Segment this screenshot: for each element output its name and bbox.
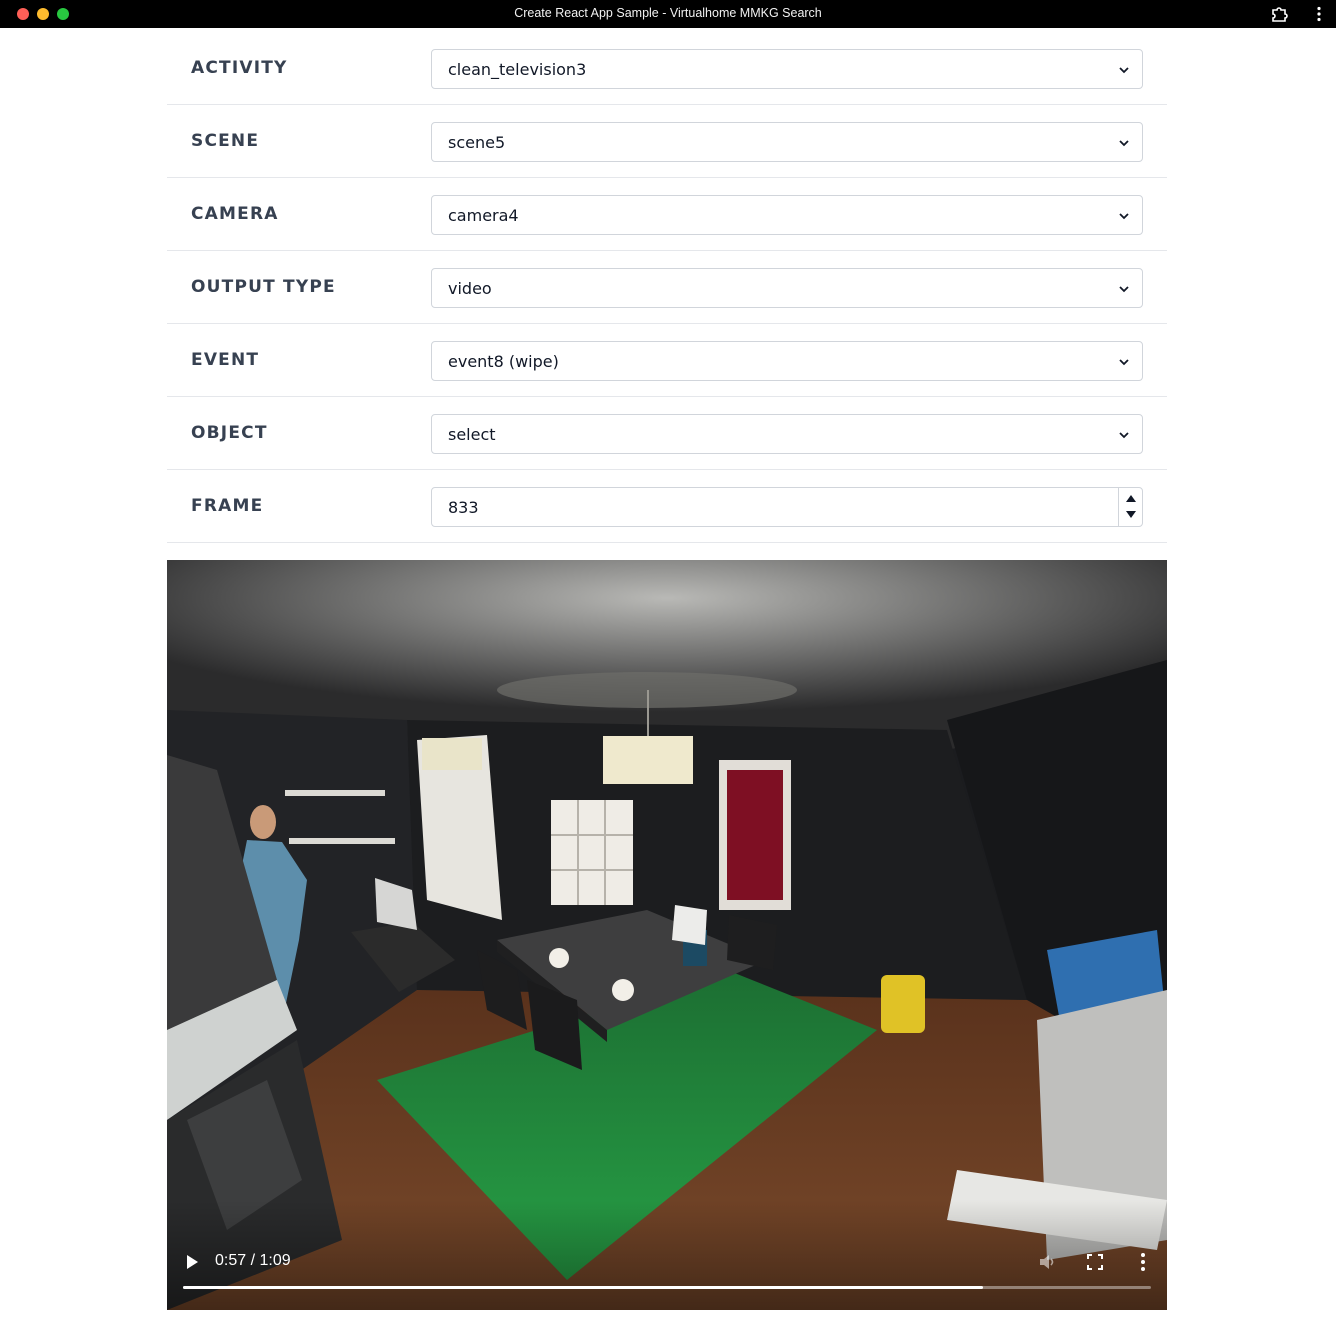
browser-menu-icon[interactable] <box>1312 6 1326 22</box>
frame-label: FRAME <box>191 496 264 516</box>
output-type-row: OUTPUT TYPE video <box>167 251 1167 324</box>
video-progress-fill <box>183 1286 983 1289</box>
object-label: OBJECT <box>191 423 268 443</box>
event-select[interactable]: event8 (wipe) <box>431 341 1143 381</box>
time-display: 0:57 / 1:09 <box>215 1252 291 1270</box>
current-time: 0:57 <box>215 1252 247 1269</box>
controls-overlay <box>167 1200 1167 1310</box>
scene-select[interactable]: scene5 <box>431 122 1143 162</box>
frame-number-input[interactable]: 833 <box>431 487 1143 527</box>
output-type-label: OUTPUT TYPE <box>191 277 336 297</box>
play-icon[interactable] <box>185 1254 199 1270</box>
scene-label: SCENE <box>191 131 260 151</box>
camera-select-value: camera4 <box>448 206 519 225</box>
chevron-down-icon <box>1119 359 1129 366</box>
event-select-value: event8 (wipe) <box>448 352 559 371</box>
activity-select-value: clean_television3 <box>448 60 587 79</box>
volume-icon[interactable] <box>1037 1252 1057 1272</box>
chevron-down-icon <box>1119 286 1129 293</box>
chevron-down-icon <box>1119 140 1129 147</box>
scene-row: SCENE scene5 <box>167 105 1167 178</box>
activity-label: ACTIVITY <box>191 58 288 78</box>
window-titlebar: Create React App Sample - Virtualhome MM… <box>0 0 1336 28</box>
object-row: OBJECT select <box>167 397 1167 470</box>
search-form: ACTIVITY clean_television3 SCENE scene5 … <box>167 32 1167 543</box>
fullscreen-icon[interactable] <box>1087 1254 1103 1270</box>
output-type-select[interactable]: video <box>431 268 1143 308</box>
chevron-down-icon <box>1119 213 1129 220</box>
extensions-icon[interactable] <box>1270 6 1288 22</box>
duration: 1:09 <box>259 1252 291 1269</box>
camera-row: CAMERA camera4 <box>167 178 1167 251</box>
activity-select[interactable]: clean_television3 <box>431 49 1143 89</box>
video-progress-bar[interactable] <box>183 1286 1151 1289</box>
decrement-arrow-icon[interactable] <box>1125 510 1137 520</box>
activity-row: ACTIVITY clean_television3 <box>167 32 1167 105</box>
object-select-value: select <box>448 425 496 444</box>
object-select[interactable]: select <box>431 414 1143 454</box>
frame-input-value: 833 <box>448 498 479 517</box>
chevron-down-icon <box>1119 67 1129 74</box>
event-row: EVENT event8 (wipe) <box>167 324 1167 397</box>
window-title: Create React App Sample - Virtualhome MM… <box>514 6 822 20</box>
increment-arrow-icon[interactable] <box>1125 493 1137 503</box>
event-label: EVENT <box>191 350 260 370</box>
video-player[interactable]: 0:57 / 1:09 <box>167 560 1167 1310</box>
scene-select-value: scene5 <box>448 133 506 152</box>
camera-label: CAMERA <box>191 204 279 224</box>
chevron-down-icon <box>1119 432 1129 439</box>
time-separator: / <box>250 1252 256 1269</box>
video-frame-image <box>167 560 1167 1310</box>
more-vertical-icon[interactable] <box>1137 1252 1149 1272</box>
frame-row: FRAME 833 <box>167 470 1167 543</box>
output-type-select-value: video <box>448 279 492 298</box>
frame-stepper <box>1118 488 1142 526</box>
camera-select[interactable]: camera4 <box>431 195 1143 235</box>
